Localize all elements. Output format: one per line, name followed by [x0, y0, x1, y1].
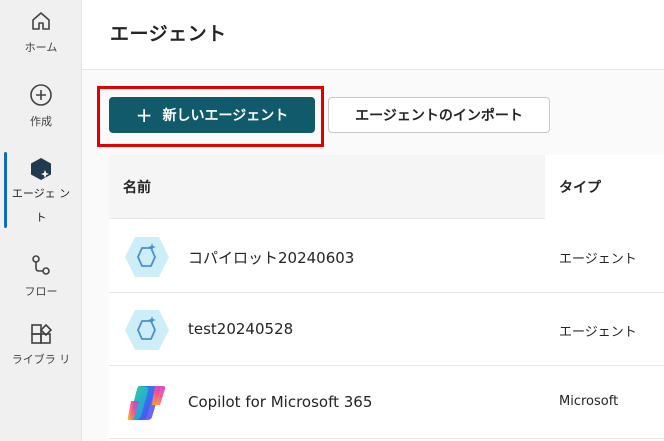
row-type: エージェント: [559, 325, 637, 340]
table-row[interactable]: Copilot for Microsoft 365 Microsoft: [109, 366, 664, 439]
agent-hexagon-icon: [123, 233, 171, 281]
agent-icon: [28, 156, 54, 182]
copilot-logo-icon: [123, 379, 171, 427]
agent-hexagon-icon: [123, 306, 171, 354]
import-agent-button-label: エージェントのインポート: [355, 108, 523, 124]
import-agent-button[interactable]: エージェントのインポート: [328, 97, 550, 133]
nav-item-create-label: 作成: [30, 115, 52, 128]
library-icon: [28, 322, 54, 348]
new-agent-button-label: 新しいエージェント: [162, 108, 289, 124]
flow-icon: [28, 252, 54, 278]
nav-item-flows-label: フロー: [24, 285, 58, 298]
table-header: 名前 タイプ: [109, 155, 664, 219]
nav-item-home-label: ホーム: [24, 41, 58, 54]
nav-item-library-label: ライブラ リ: [11, 353, 71, 366]
nav-item-home[interactable]: ホーム: [0, 8, 82, 60]
row-type: Microsoft: [559, 394, 619, 409]
new-agent-button[interactable]: + 新しいエージェント: [109, 97, 315, 133]
nav-item-agents[interactable]: エージェ ント: [0, 152, 82, 230]
plus-icon: +: [135, 103, 153, 127]
agents-table: 名前 タイプ コパイロット20240603 エージェント test2024052…: [109, 155, 664, 441]
nav-item-create[interactable]: 作成: [0, 82, 82, 134]
page-header: エージェント: [82, 0, 664, 70]
nav-item-agents-label: エージェ ント: [11, 187, 71, 224]
row-name: コパイロット20240603: [188, 249, 355, 267]
row-name: Copilot for Microsoft 365: [188, 393, 373, 411]
left-nav-rail: ホーム 作成 エージェ ント フロー ライブラ リ: [0, 0, 82, 441]
add-circle-icon: [28, 82, 54, 108]
page-title: エージェント: [110, 23, 227, 45]
table-row[interactable]: コパイロット20240603 エージェント: [109, 220, 664, 293]
column-header-name[interactable]: 名前: [123, 177, 151, 197]
table-row[interactable]: test20240528 エージェント: [109, 293, 664, 366]
home-icon: [28, 8, 54, 34]
row-name: test20240528: [188, 320, 294, 338]
row-type: エージェント: [559, 252, 637, 267]
nav-item-library[interactable]: ライブラ リ: [0, 322, 82, 372]
main-content: エージェント + 新しいエージェント エージェントのインポート 名前 タイプ コ…: [82, 0, 664, 441]
column-header-type[interactable]: タイプ: [559, 177, 601, 197]
nav-item-flows[interactable]: フロー: [0, 252, 82, 304]
